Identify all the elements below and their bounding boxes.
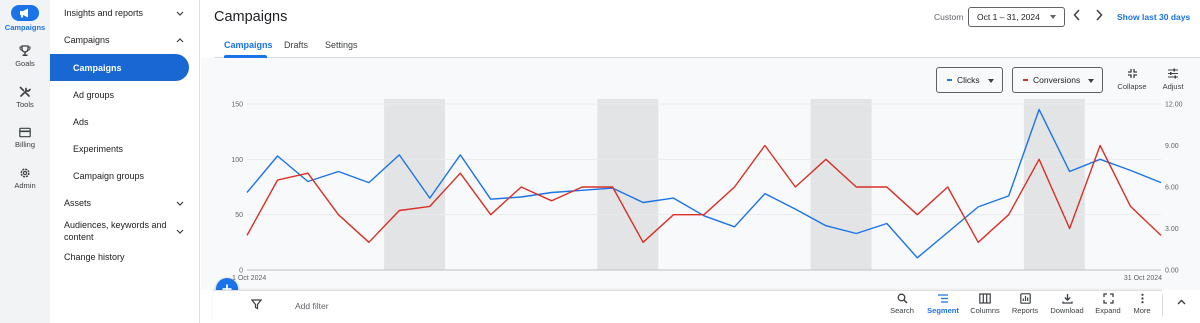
add-filter-input[interactable]: Add filter	[295, 301, 329, 311]
toolbar-label: Expand	[1095, 306, 1121, 315]
toolbar-label: More	[1133, 306, 1151, 315]
chevron-up-icon[interactable]	[1177, 299, 1186, 305]
more-button[interactable]: More	[1130, 293, 1154, 315]
y-left-tick-label: 100	[231, 157, 243, 164]
google-ads-app: Campaigns Goals Tools Billing Admin Insi…	[0, 0, 1200, 323]
weekend-band	[384, 99, 446, 270]
y-left-tick-label: 50	[235, 212, 243, 219]
weekend-band	[597, 99, 659, 270]
toolbar-label: Segment	[927, 306, 959, 315]
search-icon	[897, 293, 908, 304]
filter-icon[interactable]	[251, 299, 262, 310]
expand-button[interactable]: Expand	[1093, 293, 1123, 315]
download-button[interactable]: Download	[1049, 293, 1085, 315]
y-right-tick-label: 6.00	[1165, 185, 1179, 192]
y-right-tick-label: 9.00	[1165, 143, 1179, 150]
y-right-tick-label: 12.00	[1165, 102, 1183, 109]
segment-icon	[938, 294, 948, 303]
y-right-tick-label: 3.00	[1165, 226, 1179, 233]
reports-button[interactable]: Reports	[1010, 293, 1040, 315]
columns-button[interactable]: Columns	[968, 293, 1002, 315]
toolbar-label: Search	[890, 306, 914, 315]
y-left-tick-label: 0	[239, 268, 243, 275]
x-end-label: 31 Oct 2024	[1124, 275, 1162, 282]
segment-button[interactable]: Segment	[926, 293, 960, 315]
toolbar-label: Reports	[1011, 306, 1039, 315]
more-vert-icon	[1140, 293, 1144, 304]
search-button[interactable]: Search	[887, 293, 917, 315]
y-right-tick-label: 0.00	[1165, 268, 1179, 275]
toolbar-label: Columns	[970, 306, 1000, 315]
performance-line-chart: 0 50 100 150 0.00 3.00 6.00 9.00 12.00 1 Oct 2024…	[231, 99, 1183, 282]
columns-icon	[979, 293, 991, 304]
x-start-label: 1 Oct 2024	[232, 275, 266, 282]
toolbar-label: Download	[1050, 306, 1084, 315]
y-left-tick-label: 150	[231, 102, 243, 109]
download-icon	[1061, 294, 1073, 304]
toolbar-divider	[1162, 294, 1163, 316]
weekend-band	[810, 99, 872, 270]
reports-icon	[1019, 293, 1031, 304]
expand-icon	[1102, 293, 1114, 304]
